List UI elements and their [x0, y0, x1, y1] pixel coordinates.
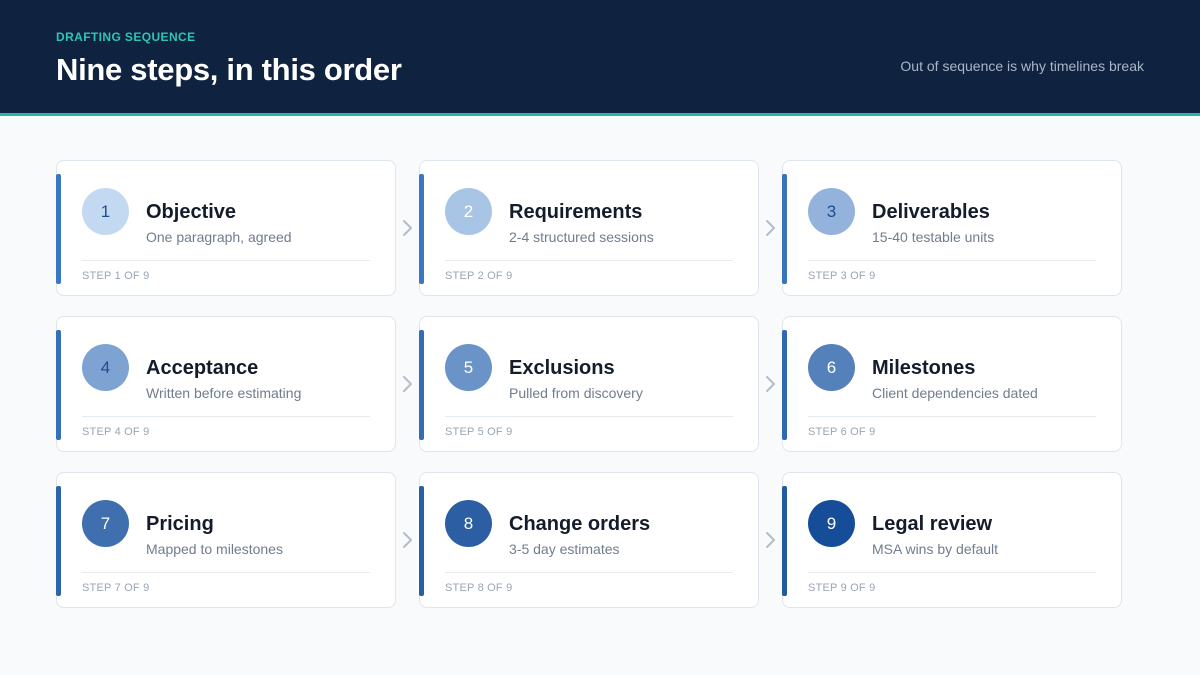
- step-description: MSA wins by default: [872, 541, 999, 557]
- page-subtitle: Out of sequence is why timelines break: [900, 58, 1144, 74]
- step-title: Milestones: [872, 357, 976, 379]
- card-divider: [808, 572, 1096, 573]
- step-card-5: 5 Exclusions Pulled from discovery STEP …: [419, 316, 759, 452]
- step-number-badge: 1: [82, 188, 129, 235]
- step-title: Objective: [146, 201, 237, 223]
- step-title: Change orders: [509, 513, 651, 535]
- step-card-2: 2 Requirements 2-4 structured sessions S…: [419, 160, 759, 296]
- step-title: Exclusions: [509, 357, 615, 379]
- step-counter: STEP 9 OF 9: [808, 582, 876, 594]
- chevron-right-icon: [763, 218, 777, 238]
- card-divider: [82, 572, 370, 573]
- card-divider: [82, 260, 370, 261]
- step-counter: STEP 7 OF 9: [82, 582, 150, 594]
- step-accent-bar: [56, 330, 61, 440]
- step-counter: STEP 6 OF 9: [808, 426, 876, 438]
- chevron-right-icon: [763, 530, 777, 550]
- step-counter: STEP 2 OF 9: [445, 270, 513, 282]
- step-number-badge: 3: [808, 188, 855, 235]
- step-accent-bar: [782, 174, 787, 284]
- step-accent-bar: [419, 330, 424, 440]
- step-number-badge: 4: [82, 344, 129, 391]
- step-number-badge: 6: [808, 344, 855, 391]
- step-counter: STEP 5 OF 9: [445, 426, 513, 438]
- step-card-4: 4 Acceptance Written before estimating S…: [56, 316, 396, 452]
- card-divider: [445, 416, 733, 417]
- step-card-7: 7 Pricing Mapped to milestones STEP 7 OF…: [56, 472, 396, 608]
- step-description: 2-4 structured sessions: [509, 229, 654, 245]
- step-title: Requirements: [509, 201, 643, 223]
- step-accent-bar: [56, 174, 61, 284]
- card-divider: [82, 416, 370, 417]
- step-description: 3-5 day estimates: [509, 541, 620, 557]
- step-accent-bar: [419, 486, 424, 596]
- step-title: Legal review: [872, 513, 993, 535]
- step-card-1: 1 Objective One paragraph, agreed STEP 1…: [56, 160, 396, 296]
- card-divider: [808, 416, 1096, 417]
- chevron-right-icon: [400, 530, 414, 550]
- step-card-8: 8 Change orders 3-5 day estimates STEP 8…: [419, 472, 759, 608]
- steps-grid: 1 Objective One paragraph, agreed STEP 1…: [56, 160, 1124, 610]
- step-description: Pulled from discovery: [509, 385, 643, 401]
- card-divider: [808, 260, 1096, 261]
- header-banner: DRAFTING SEQUENCE Nine steps, in this or…: [0, 0, 1200, 113]
- page-title: Nine steps, in this order: [56, 52, 402, 87]
- chevron-right-icon: [400, 374, 414, 394]
- step-title: Deliverables: [872, 201, 990, 223]
- step-accent-bar: [782, 486, 787, 596]
- step-number-badge: 9: [808, 500, 855, 547]
- step-counter: STEP 4 OF 9: [82, 426, 150, 438]
- step-description: 15-40 testable units: [872, 229, 995, 245]
- step-card-3: 3 Deliverables 15-40 testable units STEP…: [782, 160, 1122, 296]
- header-divider: [0, 113, 1200, 116]
- step-description: Mapped to milestones: [146, 541, 283, 557]
- step-description: One paragraph, agreed: [146, 229, 292, 245]
- step-title: Acceptance: [146, 357, 259, 379]
- chevron-right-icon: [400, 218, 414, 238]
- step-accent-bar: [56, 486, 61, 596]
- step-description: Client dependencies dated: [872, 385, 1038, 401]
- chevron-right-icon: [763, 374, 777, 394]
- step-counter: STEP 3 OF 9: [808, 270, 876, 282]
- step-number-badge: 7: [82, 500, 129, 547]
- eyebrow-label: DRAFTING SEQUENCE: [56, 30, 196, 44]
- step-title: Pricing: [146, 513, 214, 535]
- step-accent-bar: [782, 330, 787, 440]
- step-description: Written before estimating: [146, 385, 302, 401]
- card-divider: [445, 572, 733, 573]
- step-card-9: 9 Legal review MSA wins by default STEP …: [782, 472, 1122, 608]
- step-number-badge: 8: [445, 500, 492, 547]
- step-counter: STEP 8 OF 9: [445, 582, 513, 594]
- step-number-badge: 2: [445, 188, 492, 235]
- step-counter: STEP 1 OF 9: [82, 270, 150, 282]
- step-number-badge: 5: [445, 344, 492, 391]
- step-card-6: 6 Milestones Client dependencies dated S…: [782, 316, 1122, 452]
- step-accent-bar: [419, 174, 424, 284]
- card-divider: [445, 260, 733, 261]
